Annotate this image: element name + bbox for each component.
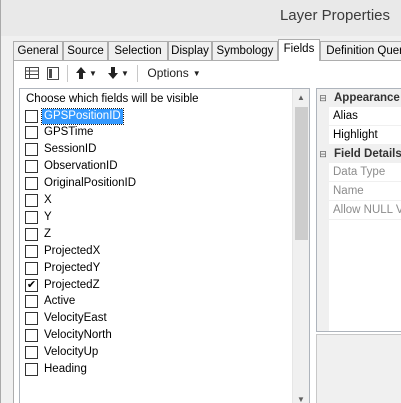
- field-label[interactable]: OriginalPositionID: [42, 176, 138, 191]
- scroll-up-icon[interactable]: ▲: [293, 89, 309, 105]
- scroll-thumb[interactable]: [295, 107, 308, 240]
- field-checkbox[interactable]: [25, 126, 38, 140]
- field-checkbox[interactable]: [25, 109, 38, 123]
- property-label: Alias: [333, 110, 358, 122]
- tab-source[interactable]: Source: [63, 41, 108, 60]
- field-label[interactable]: VelocityEast: [42, 311, 109, 326]
- field-label[interactable]: Y: [42, 210, 54, 225]
- field-checkbox[interactable]: [25, 261, 38, 275]
- options-button[interactable]: Options ▼: [143, 63, 205, 83]
- field-checkbox[interactable]: [25, 227, 38, 241]
- toolbar-separator: [137, 65, 138, 82]
- tab-general[interactable]: General: [13, 41, 63, 60]
- move-down-button[interactable]: ▼: [105, 63, 131, 83]
- field-label[interactable]: VelocityUp: [42, 345, 100, 360]
- field-label[interactable]: VelocityNorth: [42, 328, 114, 343]
- property-highlight[interactable]: Highlight: [329, 126, 401, 145]
- field-label[interactable]: Heading: [42, 362, 89, 377]
- tab-strip: General Source Selection Display Symbolo…: [13, 39, 401, 61]
- field-checkbox[interactable]: [25, 295, 38, 309]
- field-row[interactable]: GPSPositionID: [25, 107, 295, 125]
- collapse-icon[interactable]: ⊟: [317, 93, 329, 104]
- property-allow-null: Allow NULL V: [329, 201, 401, 220]
- list-header: Choose which fields will be visible: [26, 93, 199, 105]
- property-name: Name: [329, 182, 401, 201]
- field-checkbox[interactable]: [25, 346, 38, 360]
- field-row[interactable]: GPSTime: [25, 125, 295, 141]
- chevron-down-icon: ▼: [192, 68, 201, 78]
- arrow-down-icon: [108, 67, 119, 79]
- collapse-icon[interactable]: ⊟: [317, 149, 329, 160]
- property-description-panel: [316, 334, 401, 403]
- field-row[interactable]: Y: [25, 209, 295, 225]
- category-appearance[interactable]: ⊟ Appearance: [317, 89, 401, 107]
- field-label[interactable]: GPSPositionID: [41, 107, 124, 125]
- field-checkbox[interactable]: [25, 244, 38, 258]
- tab-symbology[interactable]: Symbology: [212, 41, 278, 60]
- title-bar[interactable]: Layer Properties: [1, 0, 401, 36]
- chevron-down-icon: ▼: [89, 68, 97, 78]
- field-row[interactable]: Heading: [25, 362, 295, 378]
- field-row[interactable]: X: [25, 193, 295, 209]
- field-checkbox[interactable]: [25, 143, 38, 157]
- field-checkbox[interactable]: [25, 363, 38, 376]
- field-checkbox[interactable]: [25, 160, 38, 174]
- field-checkbox[interactable]: ✔: [25, 278, 38, 292]
- toolbar-separator: [67, 65, 68, 82]
- field-label[interactable]: ProjectedX: [42, 244, 102, 259]
- property-label: Data Type: [333, 166, 386, 178]
- chevron-down-icon: ▼: [121, 68, 129, 78]
- property-label: Name: [333, 185, 364, 197]
- property-grid-gutter: [317, 89, 329, 331]
- scroll-down-icon[interactable]: ▼: [293, 391, 309, 403]
- field-label[interactable]: Z: [42, 227, 53, 242]
- category-label: Field Details: [334, 148, 401, 160]
- field-checkbox[interactable]: [25, 210, 38, 224]
- property-data-type: Data Type: [329, 163, 401, 182]
- field-row[interactable]: VelocityEast: [25, 311, 295, 327]
- tab-display[interactable]: Display: [168, 41, 212, 60]
- field-label[interactable]: GPSTime: [42, 125, 95, 140]
- category-label: Appearance: [334, 92, 400, 104]
- field-checkbox[interactable]: [25, 194, 38, 207]
- window-title: Layer Properties: [279, 7, 390, 24]
- move-up-button[interactable]: ▼: [73, 63, 99, 83]
- field-row[interactable]: ✔ ProjectedZ: [25, 277, 295, 293]
- fields-visibility-list[interactable]: Choose which fields will be visible ▲ ▼ …: [19, 88, 310, 403]
- field-label[interactable]: ObservationID: [42, 159, 120, 174]
- field-row[interactable]: VelocityNorth: [25, 328, 295, 344]
- field-label[interactable]: X: [42, 193, 54, 208]
- tab-selection[interactable]: Selection: [108, 41, 168, 60]
- field-row[interactable]: OriginalPositionID: [25, 176, 295, 192]
- fields-toolbar: ▼ ▼ Options ▼: [19, 63, 399, 85]
- field-checkbox[interactable]: [25, 312, 38, 326]
- field-label[interactable]: ProjectedY: [42, 261, 102, 276]
- property-label: Highlight: [333, 129, 378, 141]
- field-checkbox[interactable]: [25, 329, 38, 343]
- property-grid[interactable]: ⊟ Appearance Alias Highlight ⊟ Field Det…: [316, 88, 401, 332]
- list-view-icon[interactable]: [44, 63, 62, 83]
- property-alias[interactable]: Alias: [329, 107, 401, 126]
- field-row[interactable]: Z: [25, 226, 295, 242]
- field-row[interactable]: Active: [25, 294, 295, 310]
- tab-definition-query[interactable]: Definition Query: [320, 41, 401, 60]
- field-row[interactable]: ObservationID: [25, 159, 295, 175]
- field-row[interactable]: VelocityUp: [25, 345, 295, 361]
- field-row[interactable]: ProjectedX: [25, 243, 295, 259]
- options-label: Options: [147, 66, 189, 80]
- table-view-icon[interactable]: [23, 63, 41, 83]
- field-label[interactable]: ProjectedZ: [42, 278, 102, 293]
- property-label: Allow NULL V: [333, 204, 401, 216]
- field-row[interactable]: ProjectedY: [25, 260, 295, 276]
- category-field-details[interactable]: ⊟ Field Details: [317, 145, 401, 163]
- field-checkbox[interactable]: [25, 177, 38, 191]
- arrow-up-icon: [76, 67, 87, 79]
- field-label[interactable]: Active: [42, 294, 77, 309]
- field-row[interactable]: SessionID: [25, 142, 295, 158]
- field-label[interactable]: SessionID: [42, 142, 98, 157]
- tab-fields[interactable]: Fields: [278, 39, 320, 61]
- layer-properties-window: Layer Properties General Source Selectio…: [0, 0, 401, 403]
